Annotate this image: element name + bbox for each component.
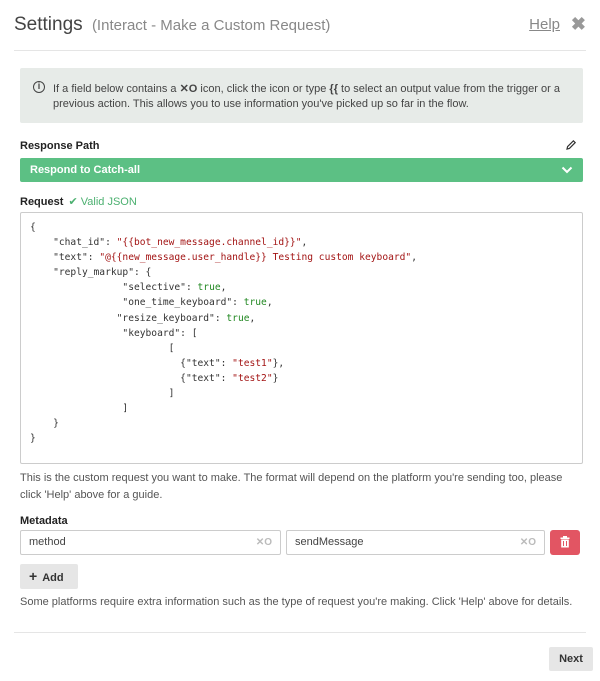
code-token: , xyxy=(220,282,227,294)
code-token: true xyxy=(243,297,267,309)
code-token: , xyxy=(249,312,256,324)
delete-metadata-button[interactable] xyxy=(550,530,580,555)
code-token: "{{bot_new_message.channel_id}}" xyxy=(116,237,302,249)
code-line: "text": "@{{new_message.user_handle}} Te… xyxy=(30,250,573,265)
code-token: "test2" xyxy=(232,372,273,384)
code-token: "selective": xyxy=(30,282,198,294)
chevron-down-icon xyxy=(561,166,573,174)
code-token: "text": xyxy=(30,252,100,264)
metadata-label: Metadata xyxy=(20,515,68,527)
next-button[interactable]: Next xyxy=(549,647,593,671)
pencil-icon[interactable] xyxy=(565,139,577,151)
code-line: {"text": "test1"}, xyxy=(30,356,573,371)
code-token: {"text": xyxy=(30,357,233,369)
request-help-text: This is the custom request you want to m… xyxy=(20,472,563,501)
code-token: } xyxy=(30,418,59,430)
code-token: "reply_markup": { xyxy=(30,267,152,279)
code-line: "reply_markup": { xyxy=(30,265,573,280)
code-token: , xyxy=(266,297,273,309)
trash-icon xyxy=(560,536,570,548)
code-token: } xyxy=(30,433,36,445)
code-line: "chat_id": "{{bot_new_message.channel_id… xyxy=(30,235,573,250)
checkmark-icon: ✔ xyxy=(68,196,78,208)
code-line: } xyxy=(30,431,573,446)
code-line: ] xyxy=(30,401,573,416)
add-metadata-button[interactable]: + Add xyxy=(20,564,78,589)
code-line: "selective": true, xyxy=(30,280,573,295)
info-banner: i If a field below contains a ✕O icon, c… xyxy=(20,68,583,123)
metadata-value-input[interactable]: sendMessage ✕O xyxy=(286,530,545,555)
code-line: } xyxy=(30,416,573,431)
page-title: Settings (Interact - Make a Custom Reque… xyxy=(14,14,330,36)
request-label-text: Request xyxy=(20,196,64,208)
info-icon: i xyxy=(33,81,45,93)
code-token: [ xyxy=(30,342,175,354)
metadata-value-value: sendMessage xyxy=(295,536,364,548)
code-token: } xyxy=(272,372,279,384)
code-token: true xyxy=(226,312,250,324)
close-icon[interactable]: ✖ xyxy=(571,14,586,35)
code-token: ] xyxy=(30,388,175,400)
response-path-label: Response Path xyxy=(20,140,100,152)
code-token: "one_time_keyboard": xyxy=(30,297,244,309)
code-token: "chat_id": xyxy=(30,237,117,249)
code-token: "resize_keyboard": xyxy=(30,312,227,324)
title-subtitle: (Interact - Make a Custom Request) xyxy=(91,17,331,34)
code-token: { xyxy=(30,222,36,233)
code-token: {"text": xyxy=(30,372,233,384)
code-line: "resize_keyboard": true, xyxy=(30,311,573,326)
header-divider xyxy=(14,50,586,51)
footer-divider xyxy=(14,632,586,633)
code-token: "@{{new_message.user_handle}} Testing cu… xyxy=(99,252,412,264)
code-token: "test1" xyxy=(232,357,273,369)
request-label: Request ✔ Valid JSON xyxy=(20,195,137,208)
info-text-part: If a field below contains a xyxy=(53,83,180,95)
metadata-note: Some platforms require extra information… xyxy=(20,596,573,608)
code-token: }, xyxy=(272,357,285,369)
title-text: Settings xyxy=(14,14,83,35)
response-path-select[interactable]: Respond to Catch-all xyxy=(20,158,583,182)
info-text-part: icon, click the icon or type xyxy=(197,83,330,95)
insert-value-icon[interactable]: ✕O xyxy=(520,531,536,554)
valid-json-text: Valid JSON xyxy=(80,196,137,208)
braces-hint: {{ xyxy=(329,83,338,95)
code-token: , xyxy=(301,237,308,249)
metadata-key-input[interactable]: method ✕O xyxy=(20,530,281,555)
code-line: { xyxy=(30,220,573,235)
request-json-editor[interactable]: { "chat_id": "{{bot_new_message.channel_… xyxy=(20,212,583,464)
add-label: Add xyxy=(42,572,64,584)
code-line: "keyboard": [ xyxy=(30,326,573,341)
valid-json-badge: ✔ Valid JSON xyxy=(68,196,136,208)
code-token: ] xyxy=(30,403,129,415)
help-link[interactable]: Help xyxy=(529,16,560,33)
response-path-value: Respond to Catch-all xyxy=(30,164,141,176)
code-line: {"text": "test2"} xyxy=(30,371,573,386)
code-token: , xyxy=(411,252,417,264)
code-token: true xyxy=(197,282,221,294)
insert-value-icon[interactable]: ✕O xyxy=(256,531,272,554)
metadata-key-value: method xyxy=(29,536,66,548)
code-token: "keyboard": [ xyxy=(30,327,198,339)
modal-header: Settings (Interact - Make a Custom Reque… xyxy=(14,14,586,44)
insert-value-icon: ✕O xyxy=(179,83,198,95)
plus-icon: + xyxy=(29,568,38,584)
code-line: ] xyxy=(30,386,573,401)
info-text: If a field below contains a ✕O icon, cli… xyxy=(53,82,569,112)
code-line: [ xyxy=(30,341,573,356)
code-line: "one_time_keyboard": true, xyxy=(30,295,573,310)
